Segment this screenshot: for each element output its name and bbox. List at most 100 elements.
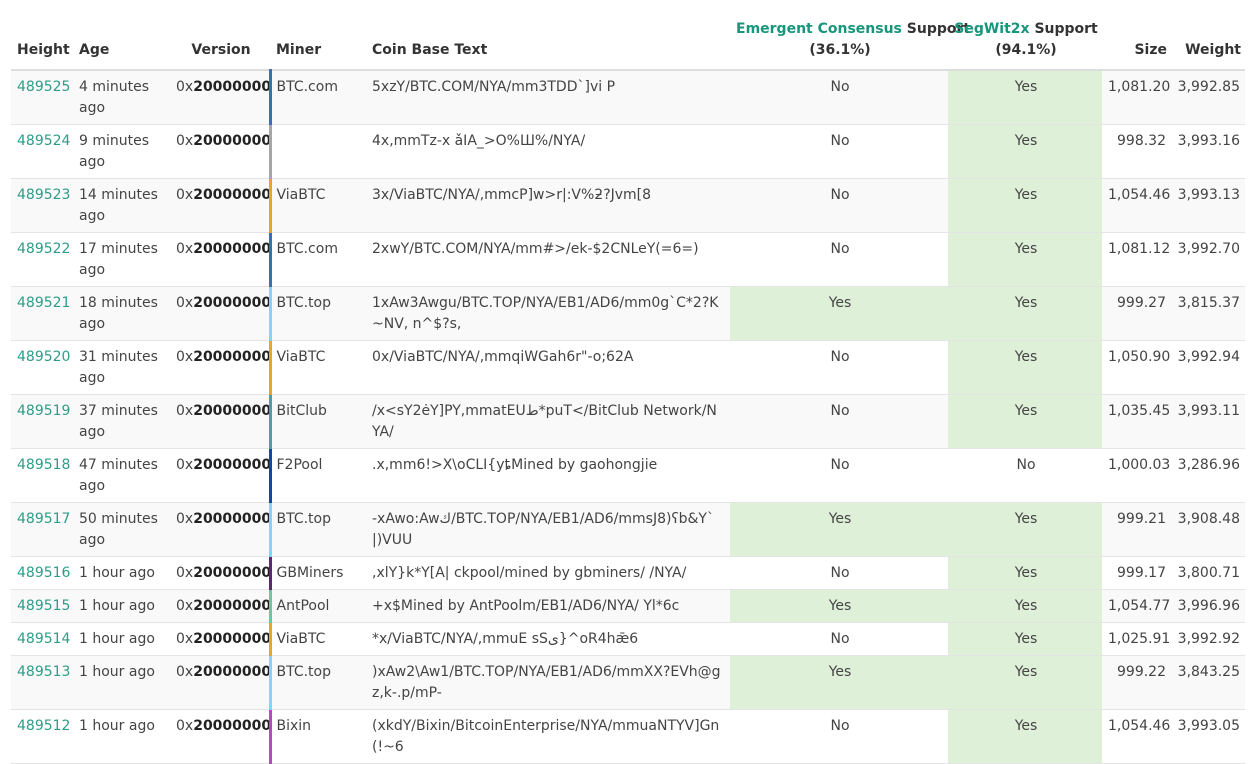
height-cell[interactable]: 489520: [11, 340, 73, 395]
height-cell[interactable]: 489516: [11, 556, 73, 590]
table-row[interactable]: 489513 1 hour ago 0x20000000 BTC.top)xAw2\A…: [11, 655, 1245, 710]
age-cell: 1 hour ago: [73, 556, 170, 590]
weight-cell: 3,843.25: [1171, 655, 1245, 710]
block-height-link[interactable]: 489516: [17, 565, 70, 581]
table-row[interactable]: 489518 47 minutes ago 0x20000000 F2Pool .x,m…: [11, 448, 1245, 503]
size-cell: 1,054.77: [1102, 589, 1171, 623]
col-ec-support[interactable]: Emergent Consensus Support (36.1%): [730, 0, 970, 71]
weight-cell: 3,908.48: [1171, 502, 1245, 557]
table-row[interactable]: 489525 4 minutes ago 0x20000000 BTC.com 5xzY…: [11, 70, 1245, 125]
miner-cell: [268, 124, 366, 179]
col-version[interactable]: Version: [170, 0, 270, 71]
ec-pct: (36.1%): [809, 42, 871, 58]
version-value: 20000000: [193, 631, 270, 647]
ec-support-cell: No: [730, 556, 948, 590]
sw-support-cell: Yes: [948, 556, 1102, 590]
miner-cell: BTC.top: [268, 286, 366, 341]
table-row[interactable]: 489521 18 minutes ago 0x20000000 BTC.top 1xA…: [11, 286, 1245, 341]
block-height-link[interactable]: 489515: [17, 598, 70, 614]
weight-cell: 3,286.96: [1171, 448, 1245, 503]
table-row[interactable]: 489522 17 minutes ago 0x20000000 BTC.com 2xw…: [11, 232, 1245, 287]
height-cell[interactable]: 489518: [11, 448, 73, 503]
size-cell: 999.17: [1102, 556, 1171, 590]
table-row[interactable]: 489523 14 minutes ago 0x20000000 ViaBTC 3x/V…: [11, 178, 1245, 233]
block-height-link[interactable]: 489517: [17, 511, 70, 527]
version-value: 20000000: [193, 511, 270, 527]
height-cell[interactable]: 489522: [11, 232, 73, 287]
height-cell[interactable]: 489517: [11, 502, 73, 557]
height-cell[interactable]: 489521: [11, 286, 73, 341]
block-height-link[interactable]: 489522: [17, 241, 70, 257]
block-height-link[interactable]: 489518: [17, 457, 70, 473]
sw-support-cell: Yes: [948, 622, 1102, 656]
version-cell: 0x20000000: [170, 232, 270, 287]
col-weight[interactable]: Weight: [1171, 0, 1245, 71]
block-height-link[interactable]: 489523: [17, 187, 70, 203]
age-cell: 14 minutes ago: [73, 178, 170, 233]
coinbase-cell: 0x/ViaBTC/NYA/,mmqiWGah6r"-o;62A: [366, 340, 730, 395]
col-sw-support[interactable]: SegWit2x Support (94.1%): [948, 0, 1102, 71]
version-prefix: 0x: [176, 79, 194, 95]
table-row[interactable]: 489517 50 minutes ago 0x20000000 BTC.top -xA…: [11, 502, 1245, 557]
miner-cell: BTC.top: [268, 502, 366, 557]
coinbase-cell: 2xwY/BTC.COM/NYA/mm#>/ek-$2CNLeY(=6=): [366, 232, 730, 287]
col-age[interactable]: Age: [73, 0, 170, 71]
height-cell[interactable]: 489519: [11, 394, 73, 449]
col-miner[interactable]: Miner: [270, 0, 366, 71]
weight-cell: 3,992.92: [1171, 622, 1245, 656]
col-coinbase[interactable]: Coin Base Text: [366, 0, 730, 71]
miner-cell: ViaBTC: [268, 178, 366, 233]
sw-support-cell: No: [948, 448, 1102, 503]
block-height-link[interactable]: 489519: [17, 403, 70, 419]
table-row[interactable]: 489520 31 minutes ago 0x20000000 ViaBTC 0x/V…: [11, 340, 1245, 395]
block-height-link[interactable]: 489514: [17, 631, 70, 647]
block-height-link[interactable]: 489525: [17, 79, 70, 95]
table-row[interactable]: 489519 37 minutes ago 0x20000000 BitClub/x<…: [11, 394, 1245, 449]
version-prefix: 0x: [176, 241, 194, 257]
coinbase-cell: -xAwo:Awك/BTC.TOP/NYA/EB1/AD6/mmsJ8)ʕb&Y…: [366, 502, 730, 557]
col-height[interactable]: Height: [11, 0, 73, 71]
version-value: 20000000: [193, 349, 270, 365]
height-cell[interactable]: 489513: [11, 655, 73, 710]
block-height-link[interactable]: 489521: [17, 295, 70, 311]
weight-cell: 3,992.94: [1171, 340, 1245, 395]
size-cell: 1,054.46: [1102, 709, 1171, 764]
age-cell: 37 minutes ago: [73, 394, 170, 449]
version-cell: 0x20000000: [170, 178, 270, 233]
version-value: 20000000: [193, 565, 270, 581]
ec-support-cell: No: [730, 178, 948, 233]
block-height-link[interactable]: 489513: [17, 664, 70, 680]
weight-cell: 3,815.37: [1171, 286, 1245, 341]
sw-support-cell: Yes: [948, 394, 1102, 449]
age-cell: 47 minutes ago: [73, 448, 170, 503]
block-height-link[interactable]: 489524: [17, 133, 70, 149]
height-cell[interactable]: 489514: [11, 622, 73, 656]
miner-cell: ViaBTC: [268, 340, 366, 395]
height-cell[interactable]: 489515: [11, 589, 73, 623]
block-height-link[interactable]: 489520: [17, 349, 70, 365]
table-row[interactable]: 489516 1 hour ago 0x20000000 GBMiners ,xlY}k…: [11, 556, 1245, 590]
table-row[interactable]: 489515 1 hour ago 0x20000000 AntPool +x$Mine…: [11, 589, 1245, 623]
coinbase-cell: 5xzY/BTC.COM/NYA/mm3TDD`]vi P: [366, 70, 730, 125]
size-cell: 1,081.12: [1102, 232, 1171, 287]
block-height-link[interactable]: 489512: [17, 718, 70, 734]
height-cell[interactable]: 489525: [11, 70, 73, 125]
table-row[interactable]: 489514 1 hour ago 0x20000000 ViaBTC *x/ViaBT…: [11, 622, 1245, 656]
col-size[interactable]: Size: [1102, 0, 1171, 71]
table-row[interactable]: 489524 9 minutes ago 0x20000000 4x,mmTz-x ǎ…: [11, 124, 1245, 179]
height-cell[interactable]: 489523: [11, 178, 73, 233]
coinbase-cell: .x,mm6!>X\oCLI{yȶMined by gaohongjie: [366, 448, 730, 503]
size-cell: 1,000.03: [1102, 448, 1171, 503]
height-cell[interactable]: 489524: [11, 124, 73, 179]
age-cell: 17 minutes ago: [73, 232, 170, 287]
coinbase-cell: *x/ViaBTC/NYA/,mmuE sSى}^oR4hǣ6: [366, 622, 730, 656]
ec-support-cell: No: [730, 70, 948, 125]
coinbase-cell: /x<sY2ėY]PY,mmatEUط*puT</BitClub Network…: [366, 394, 730, 449]
height-cell[interactable]: 489512: [11, 709, 73, 764]
sw-support-cell: Yes: [948, 286, 1102, 341]
size-cell: 1,081.20: [1102, 70, 1171, 125]
version-prefix: 0x: [176, 565, 194, 581]
version-prefix: 0x: [176, 133, 194, 149]
coinbase-cell: ,xlY}k*Y[A| ckpool/mined by gbminers/ /N…: [366, 556, 730, 590]
table-row[interactable]: 489512 1 hour ago 0x20000000 Bixin (xkdY/Bix…: [11, 709, 1245, 764]
